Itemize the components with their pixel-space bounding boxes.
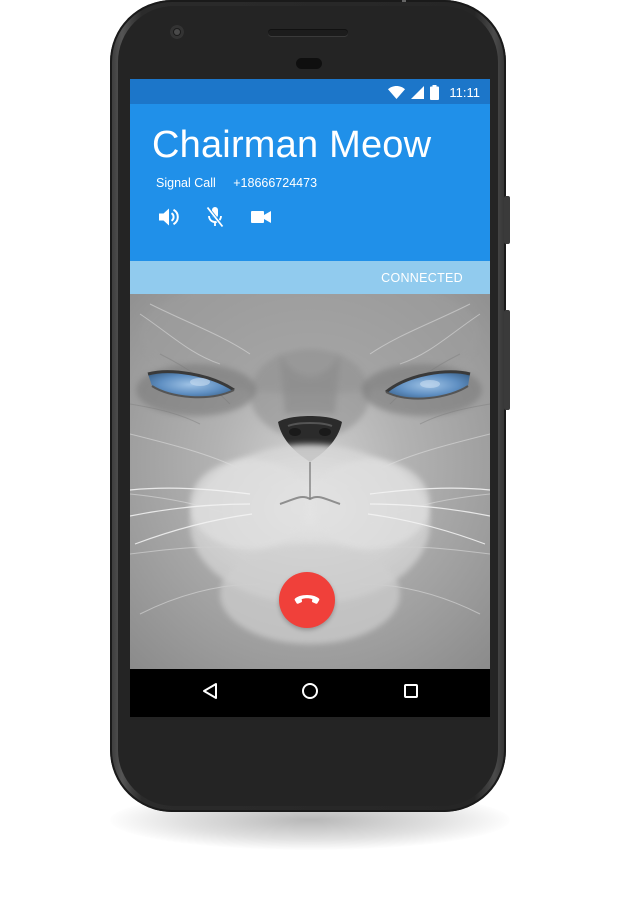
phone-screen: 11:11 Chairman Meow Signal Call +1866672… [130, 79, 490, 717]
wifi-icon [388, 85, 406, 99]
call-header: Chairman Meow Signal Call +18666724473 [130, 104, 490, 261]
back-button[interactable] [198, 681, 222, 705]
video-camera-icon [250, 209, 272, 230]
stage: 11:11 Chairman Meow Signal Call +1866672… [0, 0, 620, 918]
call-actions [158, 206, 272, 233]
recents-icon [403, 683, 419, 704]
phone-number: +18666724473 [233, 176, 318, 190]
volume-button[interactable] [504, 310, 510, 410]
speaker-icon [158, 207, 180, 232]
earpiece-speaker [268, 29, 348, 36]
mic-muted-icon [205, 206, 225, 233]
mute-button[interactable] [204, 206, 226, 233]
contact-name: Chairman Meow [152, 124, 432, 166]
video-button[interactable] [250, 208, 272, 230]
call-type: Signal Call [156, 176, 216, 190]
navigation-bar [130, 669, 490, 717]
status-bar: 11:11 [130, 79, 490, 104]
power-button[interactable] [504, 196, 510, 244]
front-camera [170, 25, 184, 39]
battery-icon [430, 84, 440, 100]
back-icon [201, 682, 219, 705]
call-state-label: CONNECTED [381, 271, 463, 285]
remote-video [130, 294, 490, 669]
end-call-button[interactable] [279, 572, 335, 628]
speaker-button[interactable] [158, 208, 180, 230]
phone-hangup-icon [294, 594, 320, 606]
home-icon [301, 682, 319, 705]
call-meta: Signal Call +18666724473 [156, 176, 331, 190]
call-state-bar: CONNECTED [130, 261, 490, 294]
status-icons: 11:11 [388, 82, 480, 102]
status-time: 11:11 [449, 84, 480, 100]
proximity-sensor [296, 58, 322, 69]
cell-signal-icon [411, 85, 425, 99]
recents-button[interactable] [399, 681, 423, 705]
top-port [402, 0, 406, 2]
home-button[interactable] [298, 681, 322, 705]
